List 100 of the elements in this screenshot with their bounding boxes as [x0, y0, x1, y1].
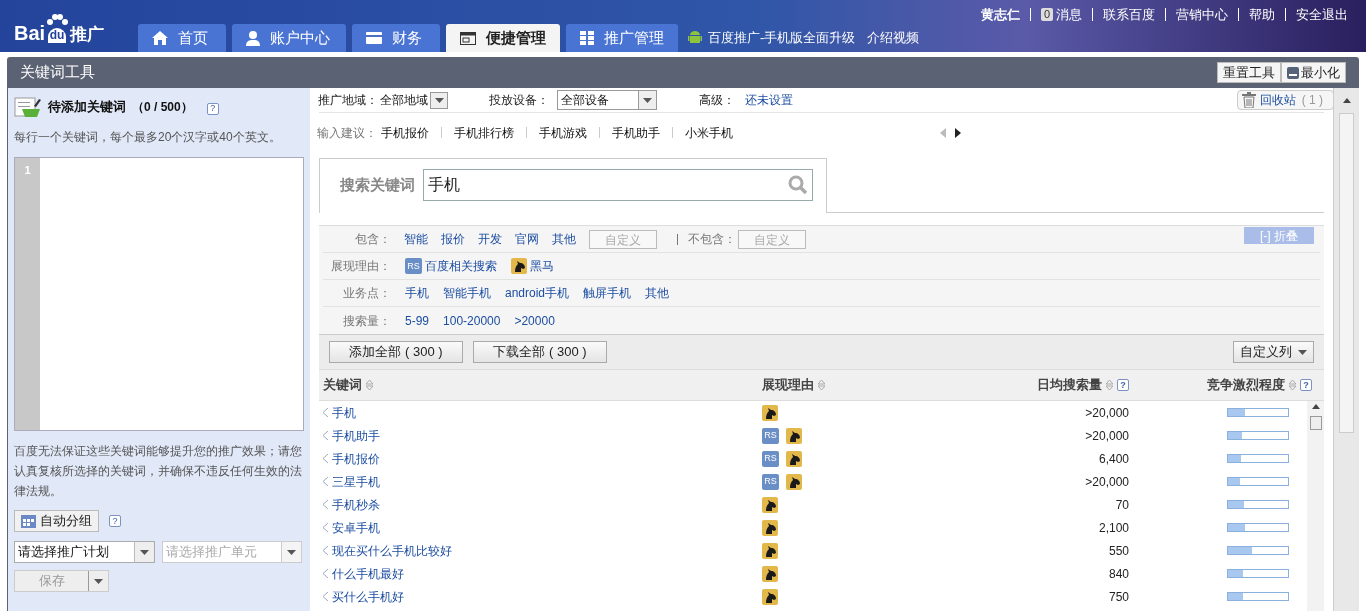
sort-icon[interactable]	[1289, 380, 1296, 390]
search-field[interactable]: 手机	[423, 169, 813, 201]
add-all-button[interactable]: 添加全部 ( 300 )	[329, 341, 463, 363]
keyword-cell[interactable]: 三星手机	[332, 472, 380, 491]
header-link[interactable]: 营销中心	[1176, 5, 1228, 25]
recycle-bin-button[interactable]: 回收站 ( 1 )	[1236, 90, 1334, 110]
horse-icon	[762, 496, 778, 513]
volume-link[interactable]: 5-99	[405, 311, 430, 330]
scroll-up-icon[interactable]	[1311, 404, 1320, 409]
nav-tab[interactable]: 便捷管理	[446, 24, 560, 52]
custom-columns-button[interactable]: 自定义列	[1233, 341, 1314, 363]
volume-cell-text: 6,400	[1097, 450, 1129, 468]
keyword-cell[interactable]: 现在买什么手机比较好	[332, 541, 452, 560]
search-icon[interactable]	[788, 175, 808, 195]
message-count[interactable]: 0	[1040, 8, 1053, 22]
table-scrollbar[interactable]	[1307, 401, 1324, 611]
competition-bar	[1227, 592, 1289, 601]
filter-label: 搜索量：	[342, 312, 391, 330]
download-all-button[interactable]: 下载全部 ( 300 )	[473, 341, 607, 363]
scroll-thumb[interactable]	[1309, 416, 1322, 430]
logo: Bai du 推广	[0, 0, 138, 52]
volume-link[interactable]: >20000	[514, 311, 555, 330]
next-icon[interactable]	[955, 127, 961, 138]
keyword-cell[interactable]: 手机	[332, 403, 356, 422]
header-link[interactable]: 安全退出	[1296, 5, 1348, 25]
sort-icon[interactable]	[1106, 380, 1113, 390]
header-link[interactable]: 帮助	[1249, 5, 1275, 25]
competition-bar	[1227, 454, 1289, 463]
page-scrollbar[interactable]	[1333, 88, 1359, 611]
business-link[interactable]: 触屏手机	[583, 284, 632, 302]
caret-icon	[434, 97, 444, 103]
column-header[interactable]: 竞争激烈程度	[1207, 375, 1285, 395]
tool-button[interactable]: 重置工具	[1217, 62, 1281, 83]
keyword-cell[interactable]: 手机秒杀	[332, 495, 380, 514]
include-link[interactable]: 其他	[552, 230, 576, 248]
auto-group-button[interactable]: 自动分组	[14, 510, 99, 532]
home-icon	[152, 31, 168, 45]
include-link[interactable]: 开发	[478, 230, 502, 248]
nav-tab[interactable]: 首页	[138, 24, 226, 52]
pending-count: （0 / 500）	[132, 99, 193, 116]
keyword-cell[interactable]: 手机报价	[332, 449, 380, 468]
suggestion-link[interactable]: 小米手机	[685, 123, 733, 142]
sort-icon[interactable]	[818, 380, 825, 390]
advanced-link[interactable]: 还未设置	[745, 91, 793, 109]
competition-bar	[1227, 408, 1289, 417]
reason-link[interactable]: RS 百度相关搜索	[405, 257, 497, 275]
business-link[interactable]: android手机	[505, 284, 570, 302]
keyword-cell[interactable]: 买什么手机好	[332, 587, 404, 606]
keyword-cell[interactable]: 什么手机最好	[332, 564, 404, 583]
horse-icon	[762, 542, 778, 559]
include-link[interactable]: 报价	[441, 230, 465, 248]
android-icon	[688, 30, 702, 46]
help-icon[interactable]: ?	[1300, 379, 1312, 391]
keyword-cell[interactable]: 安卓手机	[332, 518, 380, 537]
header-link[interactable]: 联系百度	[1103, 5, 1155, 25]
basket-icon	[14, 96, 42, 118]
reason-link[interactable]: 黑马	[511, 257, 554, 275]
user-icon	[246, 30, 260, 46]
device-label: 投放设备：	[489, 92, 549, 109]
nav-tab[interactable]: 财务	[352, 24, 440, 52]
help-icon[interactable]: ?	[1117, 379, 1129, 391]
search-tab[interactable]: 搜索关键词 手机	[319, 158, 827, 213]
region-select[interactable]: 全部地域	[380, 91, 448, 109]
suggestion-link[interactable]: 手机游戏	[539, 123, 587, 142]
caret-icon	[140, 549, 149, 555]
column-header[interactable]: 关键词	[323, 375, 362, 395]
prev-icon[interactable]	[940, 127, 946, 138]
competition-bar	[1227, 500, 1289, 509]
sort-icon[interactable]	[366, 380, 373, 390]
volume-cell-text: >20,000	[1084, 404, 1129, 422]
business-link[interactable]: 其他	[645, 284, 670, 302]
column-header[interactable]: 日均搜索量	[1037, 375, 1102, 395]
include-link[interactable]: 智能	[404, 230, 428, 248]
messages-link[interactable]: 消息	[1056, 5, 1082, 25]
volume-link[interactable]: 100-20000	[443, 311, 501, 330]
filter-label: 不包含：	[688, 231, 736, 248]
plan-select[interactable]: 请选择推广计划	[14, 541, 155, 563]
tool-button[interactable]: 最小化	[1281, 62, 1346, 83]
scroll-up-icon[interactable]	[1342, 98, 1351, 103]
competition-bar	[1227, 431, 1289, 440]
tool-title: 关键词工具	[20, 62, 95, 83]
help-icon[interactable]: ?	[109, 515, 121, 527]
caret-icon	[94, 578, 103, 584]
keyword-cell[interactable]: 手机助手	[332, 426, 380, 445]
scroll-thumb[interactable]	[1339, 113, 1354, 433]
business-link[interactable]: 手机	[405, 284, 429, 302]
nav-tab[interactable]: 账户中心	[232, 24, 346, 52]
help-icon[interactable]: ?	[206, 102, 219, 115]
suggestion-link[interactable]: 手机助手	[612, 123, 660, 142]
business-link[interactable]: 智能手机	[443, 284, 491, 302]
device-select[interactable]: 全部设备	[557, 90, 657, 110]
promo-link[interactable]: 介绍视频	[867, 28, 920, 48]
volume-cell-text: 840	[1107, 565, 1129, 583]
column-header[interactable]: 展现理由	[762, 375, 814, 395]
include-link[interactable]: 官网	[515, 230, 539, 248]
filter-label: 展现理由：	[330, 258, 391, 275]
nav-tab[interactable]: 推广管理	[566, 24, 678, 52]
suggestion-link[interactable]: 手机报价	[381, 123, 429, 142]
horse-icon	[762, 404, 778, 421]
suggestion-link[interactable]: 手机排行榜	[454, 123, 514, 142]
